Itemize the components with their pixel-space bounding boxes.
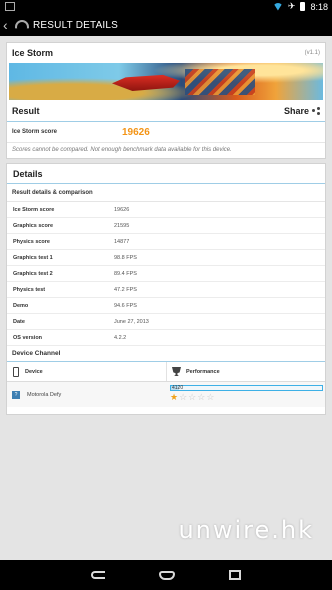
battery-icon	[300, 2, 306, 11]
performance-value: 4120	[172, 385, 184, 391]
phone-icon	[13, 366, 19, 377]
result-label: Result	[12, 105, 40, 116]
details-row-value: 47.2 FPS	[114, 286, 137, 293]
performance-column-label: Performance	[186, 368, 220, 375]
details-subtitle: Result details & comparison	[7, 184, 325, 202]
watermark: unwire.hk	[178, 516, 314, 544]
details-row-label: Ice Storm score	[13, 206, 55, 213]
trophy-icon	[172, 367, 181, 376]
benchmark-title: Ice Storm	[12, 48, 54, 58]
airplane-icon: ✈	[287, 1, 296, 11]
rating-stars: ★ ☆ ☆ ☆ ☆	[170, 393, 323, 402]
performance-bar: 4120	[170, 385, 323, 391]
details-row: Physics score 14877	[7, 234, 325, 250]
details-row: OS version 4.2.2	[7, 330, 325, 346]
star-icon: ☆	[206, 392, 215, 402]
status-time: 8:18	[310, 1, 328, 12]
star-icon: ☆	[188, 392, 197, 402]
score-label: Ice Storm score	[12, 129, 58, 135]
details-row-label: Graphics test 2	[13, 270, 53, 277]
action-bar: ‹ RESULT DETAILS	[0, 14, 332, 36]
navigation-bar	[0, 560, 332, 590]
nav-home-icon[interactable]	[159, 570, 175, 580]
status-bar: ✈ 8:18	[0, 0, 332, 14]
device-column-label: Device	[25, 368, 43, 375]
device-channel-header: Device Performance	[7, 362, 325, 382]
details-row-value: 94.6 FPS	[114, 302, 137, 309]
details-row-value: 21595	[114, 222, 130, 229]
details-row-value: 89.4 FPS	[114, 270, 137, 277]
share-icon	[312, 106, 320, 115]
details-table: Ice Storm score 19626 Graphics score 21595…	[7, 202, 325, 346]
unknown-device-icon: ?	[12, 390, 20, 399]
details-row-value: 19626	[114, 206, 130, 213]
details-row-label: Date	[13, 318, 25, 325]
details-row-label: OS version	[13, 334, 43, 341]
share-label: Share	[283, 105, 309, 116]
device-cell: ? Motorola Defy	[7, 382, 167, 407]
star-icon: ★	[170, 392, 179, 402]
result-card: Ice Storm (v1.1) Result Share Ice Storm …	[6, 42, 326, 159]
result-row: Result Share	[7, 100, 325, 122]
details-row-label: Graphics test 1	[13, 254, 53, 261]
benchmark-version: (v1.1)	[304, 50, 320, 56]
app-logo-icon[interactable]	[13, 18, 27, 32]
star-icon: ☆	[197, 392, 206, 402]
details-row: Graphics test 2 89.4 FPS	[7, 266, 325, 282]
performance-column-header: Performance	[167, 362, 325, 381]
score-row: Ice Storm score 19626	[7, 122, 325, 143]
details-row: Demo 94.6 FPS	[7, 298, 325, 314]
details-row: Date June 27, 2013	[7, 314, 325, 330]
details-row-value: 4.2.2	[114, 334, 127, 341]
gallery-notification-icon	[5, 2, 15, 11]
details-row-label: Physics score	[13, 238, 50, 245]
device-comparison-row[interactable]: ? Motorola Defy 4120 ★ ☆ ☆ ☆ ☆	[7, 382, 325, 407]
details-card: Details Result details & comparison Ice …	[6, 163, 326, 415]
page-title: RESULT DETAILS	[33, 19, 119, 31]
details-row: Physics test 47.2 FPS	[7, 282, 325, 298]
nav-recent-apps-icon[interactable]	[229, 570, 241, 580]
details-row-value: 98.8 FPS	[114, 254, 137, 261]
device-column-header: Device	[7, 362, 167, 381]
star-icon: ☆	[179, 392, 188, 402]
details-row-value: June 27, 2013	[114, 318, 149, 325]
wifi-icon	[272, 2, 283, 11]
details-title: Details	[7, 164, 325, 184]
performance-cell: 4120 ★ ☆ ☆ ☆ ☆	[167, 382, 325, 407]
details-row-label: Graphics score	[13, 222, 54, 229]
score-value: 19626	[122, 126, 150, 138]
benchmark-banner-image	[9, 63, 323, 100]
share-button[interactable]: Share	[284, 106, 320, 116]
details-row-label: Demo	[13, 302, 29, 309]
details-row: Graphics score 21595	[7, 218, 325, 234]
device-name: Motorola Defy	[27, 391, 62, 398]
nav-back-icon[interactable]	[91, 571, 105, 579]
device-channel-title: Device Channel	[7, 346, 325, 362]
details-row: Graphics test 1 98.8 FPS	[7, 250, 325, 266]
comparison-note: Scores cannot be compared. Not enough be…	[12, 147, 232, 153]
benchmark-header: Ice Storm (v1.1)	[7, 43, 325, 63]
details-row: Ice Storm score 19626	[7, 202, 325, 218]
details-row-value: 14877	[114, 238, 130, 245]
back-caret-icon[interactable]: ‹	[3, 17, 13, 33]
details-row-label: Physics test	[13, 286, 46, 293]
